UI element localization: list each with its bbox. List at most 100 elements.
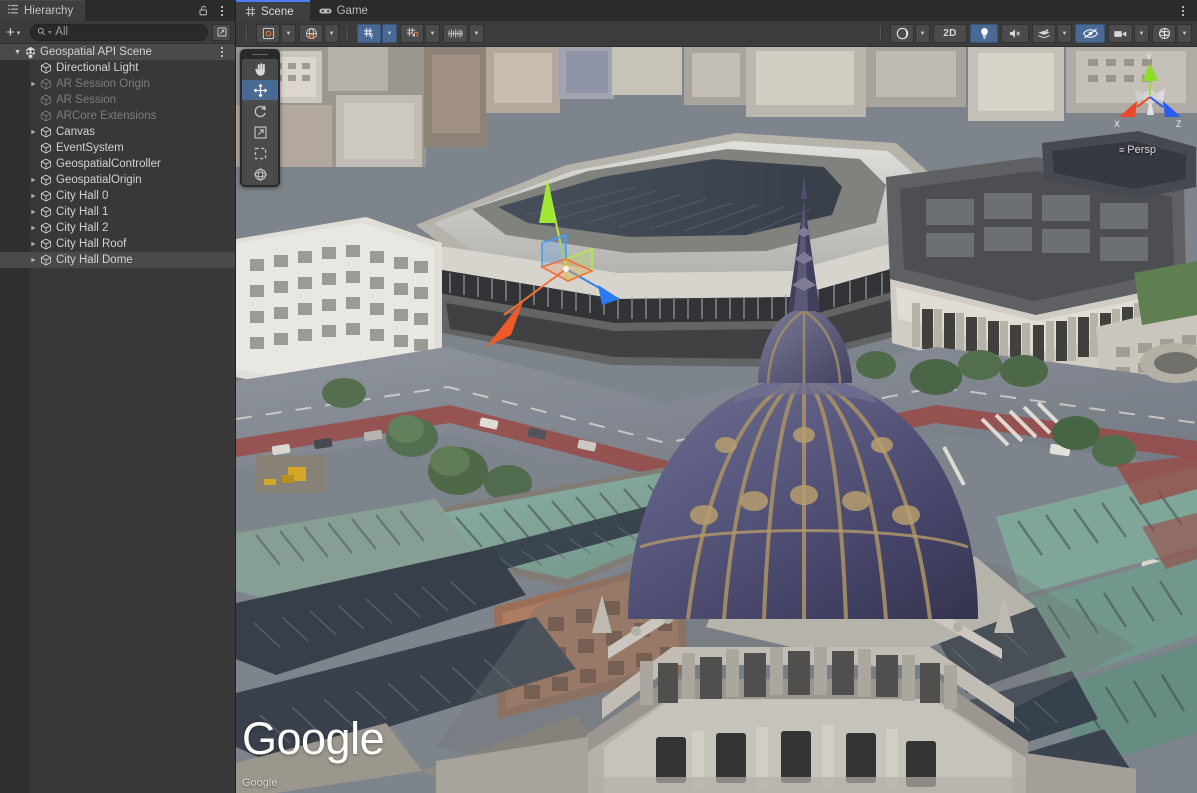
svg-text:Y: Y	[369, 35, 373, 40]
hierarchy-item-city-hall-1[interactable]: ►City Hall 1	[0, 204, 235, 220]
chevron-right-icon[interactable]: ►	[28, 209, 39, 216]
gizmo-x-axis-line[interactable]	[504, 269, 566, 315]
hierarchy-item-label: GeospatialOrigin	[56, 174, 142, 186]
hierarchy-item-arcore-extensions[interactable]: ARCore Extensions	[0, 108, 235, 124]
gizmo-x-axis-arrow[interactable]	[486, 299, 524, 347]
scene-viewport[interactable]: Y X Z ≡ Persp Google Google	[236, 47, 1197, 793]
gameobject-cube-icon	[39, 78, 53, 90]
scene-tool-palette	[240, 49, 280, 187]
grid-snapping-button[interactable]: Y	[357, 24, 381, 43]
hierarchy-item-label: City Hall 0	[56, 190, 108, 202]
pivot-rotation-dropdown[interactable]: ▼	[324, 24, 339, 43]
chevron-right-icon[interactable]: ►	[28, 177, 39, 184]
unlock-icon[interactable]	[195, 2, 211, 19]
hierarchy-item-geospatialorigin[interactable]: ► GeospatialOrigin	[0, 172, 235, 188]
hierarchy-item-city-hall-dome[interactable]: ►City Hall Dome	[0, 252, 235, 268]
kebab-menu-icon[interactable]	[221, 47, 223, 57]
hierarchy-item-ar-session[interactable]: AR Session	[0, 92, 235, 108]
scene-lighting-button[interactable]	[970, 24, 998, 43]
gizmo-center-handle[interactable]	[563, 266, 569, 272]
hierarchy-item-ar-session-origin[interactable]: ►AR Session Origin	[0, 76, 235, 92]
scene-camera-dropdown[interactable]: ▼	[1134, 24, 1149, 43]
hierarchy-item-eventsystem[interactable]: EventSystem	[0, 140, 235, 156]
tab-game[interactable]: Game	[310, 0, 384, 21]
rect-tool-button[interactable]	[242, 143, 278, 164]
scene-audio-button[interactable]	[1001, 24, 1029, 43]
tab-hierarchy-label: Hierarchy	[24, 5, 73, 17]
scene-camera-button[interactable]	[1108, 24, 1133, 43]
search-filter-caret-icon[interactable]: ▾	[48, 29, 51, 36]
search-input[interactable]: ▾ All	[30, 24, 208, 41]
2d-toggle-button[interactable]: 2D	[933, 24, 967, 43]
hierarchy-item-city-hall-2[interactable]: ►City Hall 2	[0, 220, 235, 236]
scale-tool-button[interactable]	[242, 122, 278, 143]
grid-snapping-dropdown[interactable]: ▼	[382, 24, 397, 43]
view-tool-button[interactable]	[242, 59, 278, 80]
tab-scene-label: Scene	[261, 6, 294, 18]
hierarchy-tabbar: Hierarchy	[0, 0, 235, 21]
chevron-right-icon[interactable]: ►	[28, 81, 39, 88]
gameobject-cube-icon	[39, 190, 53, 202]
chevron-right-icon[interactable]: ►	[28, 193, 39, 200]
create-gameobject-button[interactable]: + ▾	[4, 24, 22, 41]
gameobject-cube-icon	[39, 110, 53, 122]
lock-persp-icon: ≡	[1119, 145, 1124, 155]
transform-tool-button[interactable]	[242, 164, 278, 185]
scene-visibility-button[interactable]	[1075, 24, 1105, 43]
gizmos-dropdown[interactable]: ▼	[1177, 24, 1192, 43]
pivot-mode-dropdown[interactable]: ▼	[281, 24, 296, 43]
hierarchy-tabbar-actions	[195, 0, 235, 21]
gamepad-icon	[319, 6, 332, 16]
gizmos-button[interactable]	[1152, 24, 1176, 43]
open-in-new-window-icon[interactable]	[212, 24, 231, 41]
scene-panel: Scene Game	[236, 0, 1197, 793]
hierarchy-panel: Hierarchy + ▾	[0, 0, 236, 793]
hierarchy-list-icon	[8, 4, 19, 18]
gizmo-y-axis-arrow[interactable]	[539, 181, 556, 223]
pivot-center-button[interactable]	[256, 24, 280, 43]
hierarchy-item-city-hall-roof[interactable]: ►City Hall Roof	[0, 236, 235, 252]
hierarchy-item-directional-light[interactable]: Directional Light	[0, 60, 235, 76]
snap-increment-button[interactable]	[400, 24, 424, 43]
chevron-down-icon[interactable]: ▼	[12, 49, 23, 56]
move-arrows-icon	[253, 83, 268, 98]
kebab-menu-icon[interactable]	[1175, 2, 1191, 19]
scene-orientation-gizmo[interactable]: Y X Z ≡ Persp	[1113, 51, 1187, 156]
search-icon	[37, 27, 46, 38]
scale-icon	[253, 125, 268, 140]
tab-scene[interactable]: Scene	[236, 0, 310, 21]
chevron-right-icon[interactable]: ►	[28, 225, 39, 232]
hand-icon	[253, 62, 268, 77]
draw-mode-dropdown[interactable]: ▼	[915, 24, 930, 43]
scene-fx-dropdown[interactable]: ▼	[1057, 24, 1072, 43]
projection-mode-label[interactable]: ≡ Persp	[1119, 144, 1156, 156]
scene-fx-button[interactable]	[1032, 24, 1056, 43]
rotate-tool-button[interactable]	[242, 101, 278, 122]
grid-size-dropdown[interactable]: ▼	[469, 24, 484, 43]
grid-size-slider-button[interactable]	[443, 24, 468, 43]
hierarchy-item-geospatialcontroller[interactable]: GeospatialController	[0, 156, 235, 172]
global-rotation-button[interactable]	[299, 24, 323, 43]
scene-toolbar: ▼ ▼	[236, 21, 1197, 47]
chevron-right-icon[interactable]: ►	[28, 129, 39, 136]
move-gizmo[interactable]	[236, 47, 1197, 793]
hierarchy-item-city-hall-0[interactable]: ► City Hall 0	[0, 188, 235, 204]
snap-increment-dropdown[interactable]: ▼	[425, 24, 440, 43]
chevron-right-icon[interactable]: ►	[28, 257, 39, 264]
gameobject-cube-icon	[39, 174, 53, 186]
unity-scene-icon	[23, 46, 37, 59]
hierarchy-toolbar: + ▾ ▾ All	[0, 21, 235, 44]
shaded-sphere-button[interactable]	[890, 24, 914, 43]
hierarchy-tree[interactable]: ▼Geospatial API SceneDirectional Light►A…	[0, 44, 235, 793]
hierarchy-item-canvas[interactable]: ►Canvas	[0, 124, 235, 140]
tool-palette-grip[interactable]	[252, 54, 268, 55]
hierarchy-item-geospatial-api-scene[interactable]: ▼Geospatial API Scene	[0, 44, 235, 60]
kebab-menu-icon[interactable]	[214, 2, 230, 19]
snap-increment-group: ▼	[400, 24, 440, 43]
gizmo-z-axis-arrow[interactable]	[598, 285, 620, 305]
gameobject-cube-icon	[39, 238, 53, 250]
gameobject-cube-icon	[39, 158, 53, 170]
chevron-right-icon[interactable]: ►	[28, 241, 39, 248]
tab-hierarchy[interactable]: Hierarchy	[0, 0, 85, 21]
move-tool-button[interactable]	[242, 80, 278, 101]
